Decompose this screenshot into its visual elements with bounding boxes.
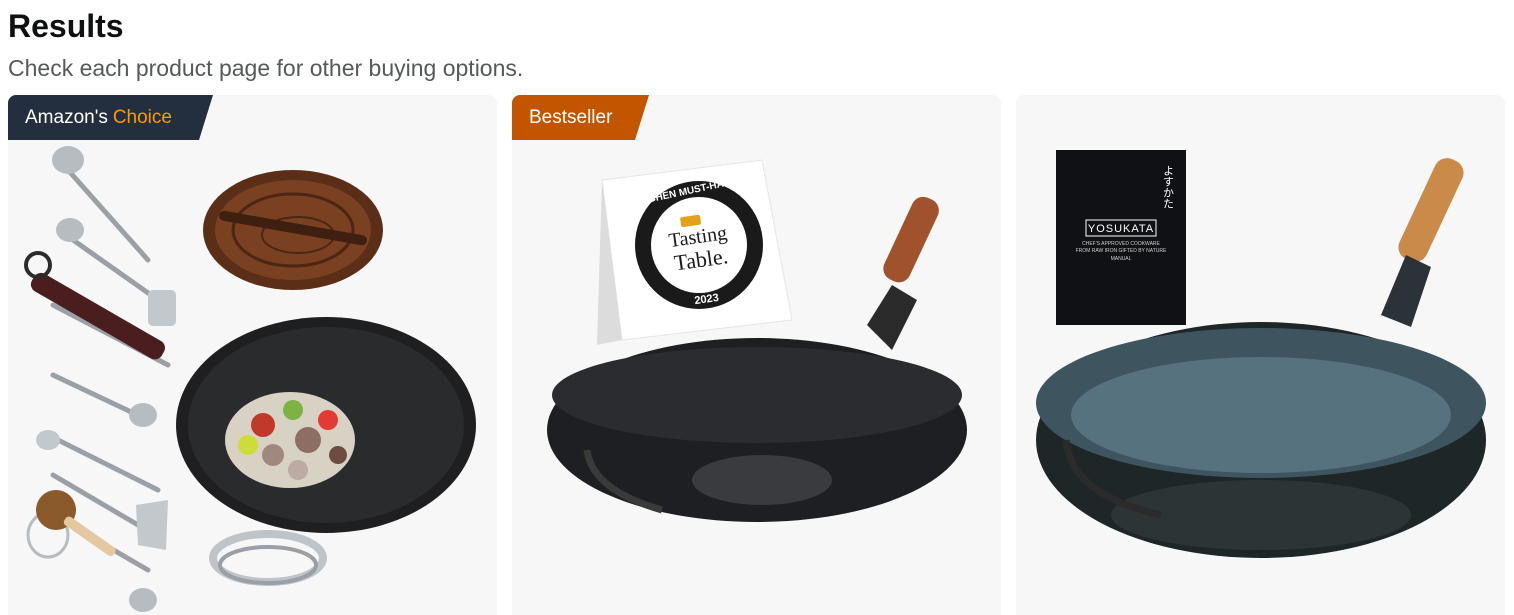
product-card[interactable]: Amazon's Choice bbox=[8, 95, 497, 615]
product-grid: Amazon's Choice Bestseller KITCHEN MUST-… bbox=[8, 95, 1506, 615]
results-header: Results Check each product page for othe… bbox=[8, 6, 523, 83]
badge-accent: Choice bbox=[112, 106, 172, 128]
product-card[interactable]: Bestseller KITCHEN MUST-HAVES Tasting Ta… bbox=[512, 95, 1001, 615]
badge-label: Bestseller bbox=[529, 106, 613, 128]
product-image[interactable]: YOSUKATA よすかた CHEF'S APPROVED COOKWARE F… bbox=[1016, 95, 1505, 615]
badge-prefix: Amazon's bbox=[25, 106, 108, 128]
bestseller-badge: Bestseller bbox=[512, 95, 649, 140]
amazons-choice-badge: Amazon's Choice bbox=[8, 95, 213, 140]
page-title: Results bbox=[8, 8, 124, 44]
product-image[interactable] bbox=[8, 95, 497, 615]
manual-brand: YOSUKATA bbox=[1088, 223, 1154, 235]
page-subtitle: Check each product page for other buying… bbox=[8, 55, 524, 81]
manual-line2: FROM RAW IRON GIFTED BY NATURE bbox=[1076, 248, 1167, 254]
manual-jp-text: よすかた bbox=[1162, 165, 1175, 209]
manual-line1: CHEF'S APPROVED COOKWARE bbox=[1082, 241, 1160, 247]
manual-label: MANUAL bbox=[1111, 256, 1132, 262]
product-card[interactable]: YOSUKATA よすかた CHEF'S APPROVED COOKWARE F… bbox=[1016, 95, 1505, 615]
product-image[interactable]: KITCHEN MUST-HAVES Tasting Table. 2023 bbox=[512, 95, 1001, 615]
